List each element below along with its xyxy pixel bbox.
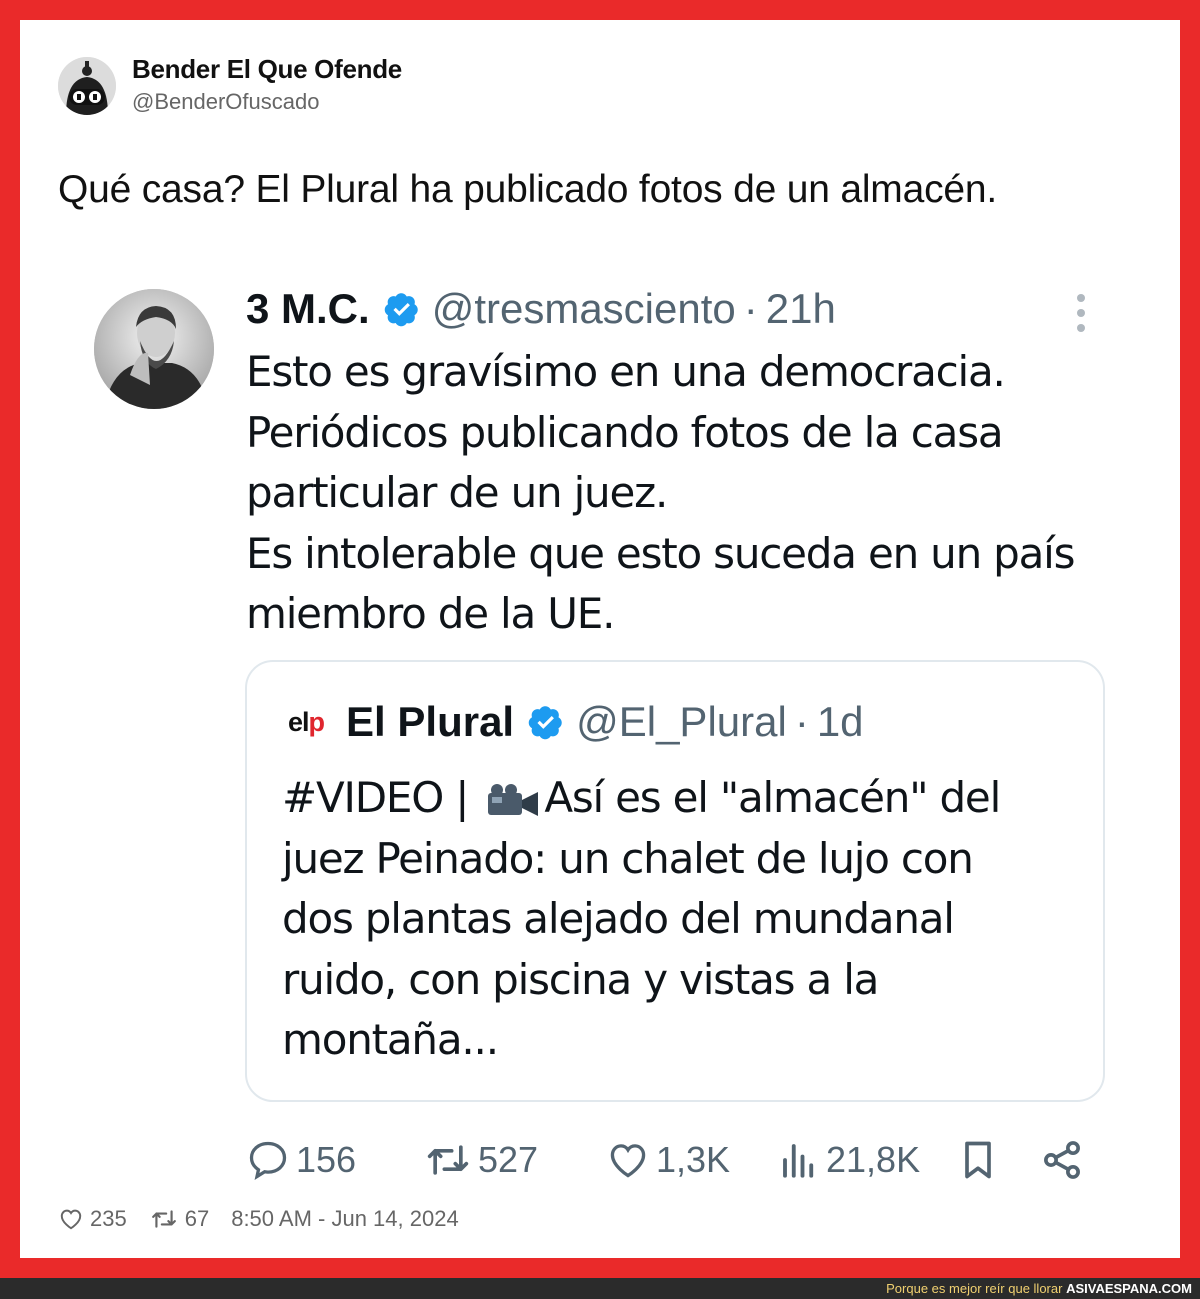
embedded-header: elp El Plural @El_Plural · 1d xyxy=(288,697,864,747)
retweet-icon xyxy=(151,1210,176,1228)
quoted-text-line: Es intolerable que esto suceda en un paí… xyxy=(246,528,1075,578)
more-icon[interactable] xyxy=(1068,292,1094,336)
embedded-separator: · xyxy=(794,698,809,745)
quoted-text-line: Esto es gravísimo en una democracia. xyxy=(246,347,1006,396)
quoted-separator: · xyxy=(743,285,758,332)
elplural-logo: elp xyxy=(288,706,325,737)
embedded-text-line: ruido, con piscina y vistas a la xyxy=(282,954,879,1004)
outer-like-button[interactable]: 235 xyxy=(58,1206,127,1232)
quoted-text-line: particular de un juez. xyxy=(246,468,668,517)
portrait-photo xyxy=(94,289,214,409)
retweet-button[interactable]: 527 xyxy=(424,1136,538,1184)
footer-site-link[interactable]: ASIVAESPANA.COM xyxy=(1066,1281,1192,1296)
quoted-text-line: Periódicos publicando fotos de la casa xyxy=(246,407,1004,457)
outer-like-count: 235 xyxy=(90,1206,127,1231)
site-footer: Porque es mejor reír que llorar ASIVAESP… xyxy=(0,1278,1200,1299)
embedded-text-line: montaña... xyxy=(282,1015,499,1064)
like-icon xyxy=(610,1144,646,1178)
share-icon xyxy=(1044,1141,1080,1179)
embedded-text-line: dos plantas alejado del mundanal xyxy=(282,894,955,943)
outer-timestamp[interactable]: 8:50 AM - Jun 14, 2024 xyxy=(231,1206,459,1232)
reply-icon xyxy=(249,1141,287,1180)
verified-icon xyxy=(528,706,562,740)
like-icon xyxy=(60,1209,82,1230)
quoted-display-name[interactable]: 3 M.C. xyxy=(246,285,370,333)
embedded-tweet-text: #VIDEO | Así es el "almacén" del juez Pe… xyxy=(282,768,1082,1071)
outer-tweet-meta: 235 67 8:50 AM - Jun 14, 2024 xyxy=(58,1204,481,1234)
embedded-timestamp[interactable]: 1d xyxy=(817,698,864,746)
embedded-handle[interactable]: @El_Plural xyxy=(576,698,787,746)
quoted-handle[interactable]: @tresmasciento xyxy=(432,285,736,333)
quoted-avatar[interactable] xyxy=(94,289,214,409)
views-count: 21,8K xyxy=(826,1139,921,1180)
outer-handle[interactable]: @BenderOfuscado xyxy=(132,89,319,115)
outer-retweet-count: 67 xyxy=(184,1206,210,1231)
video-camera-icon xyxy=(488,783,539,816)
action-bar: 156 527 1,3K 21,8K xyxy=(0,1136,1200,1184)
quoted-header: 3 M.C. @tresmasciento · 21h xyxy=(246,283,836,335)
quoted-timestamp[interactable]: 21h xyxy=(766,285,836,333)
quoted-text-line: miembro de la UE. xyxy=(246,589,615,638)
reply-button[interactable]: 156 xyxy=(246,1136,356,1184)
share-button[interactable] xyxy=(1040,1136,1084,1184)
embedded-display-name[interactable]: El Plural xyxy=(346,698,514,746)
like-button[interactable]: 1,3K xyxy=(606,1136,730,1184)
views-icon xyxy=(783,1144,814,1178)
footer-slogan: Porque es mejor reír que llorar xyxy=(886,1281,1063,1296)
views-button[interactable]: 21,8K xyxy=(778,1136,920,1184)
outer-retweet-button[interactable]: 67 xyxy=(149,1206,209,1232)
bookmark-button[interactable] xyxy=(956,1136,1000,1184)
verified-icon xyxy=(384,293,418,327)
quoted-tweet-text: Esto es gravísimo en una democracia. Per… xyxy=(246,342,1126,645)
bender-avatar-image xyxy=(58,57,116,115)
embedded-text-line: #VIDEO | Así es el "almacén" del xyxy=(282,773,1001,822)
outer-display-name[interactable]: Bender El Que Ofende xyxy=(132,54,402,85)
retweet-count: 527 xyxy=(478,1139,539,1180)
retweet-icon xyxy=(427,1145,469,1175)
bookmark-icon xyxy=(965,1141,991,1179)
like-count: 1,3K xyxy=(656,1139,731,1180)
outer-tweet-text: Qué casa? El Plural ha publicado fotos d… xyxy=(58,168,997,211)
outer-avatar[interactable] xyxy=(58,57,116,115)
embedded-text-line: juez Peinado: un chalet de lujo con xyxy=(282,833,974,883)
reply-count: 156 xyxy=(296,1139,357,1180)
